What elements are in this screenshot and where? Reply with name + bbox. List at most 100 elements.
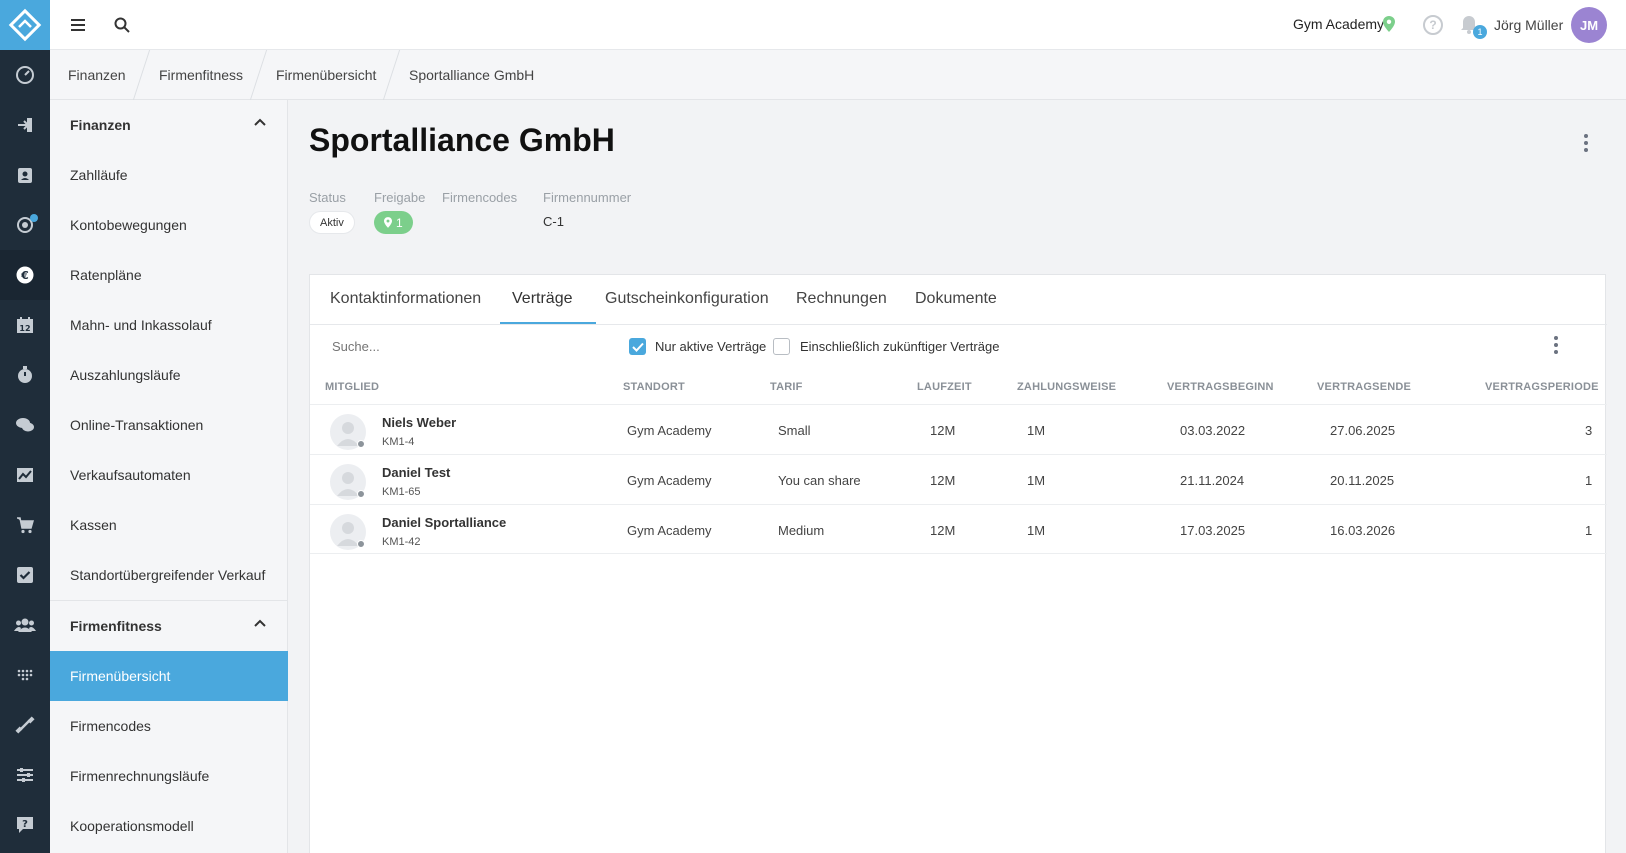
rail-equipment[interactable] [0, 700, 50, 750]
sidebar-item-mahnlauf[interactable]: Mahn- und Inkassolauf [50, 300, 288, 350]
page-more-menu[interactable] [1583, 134, 1589, 152]
member-code: KM1-42 [382, 536, 421, 548]
cart-icon [17, 517, 34, 534]
cell-vertragsbeginn: 21.11.2024 [1180, 473, 1245, 488]
tab-gutscheinkonfiguration[interactable]: Gutscheinkonfiguration [605, 290, 769, 308]
dumbbell-icon [15, 716, 35, 734]
chat-icon [16, 418, 34, 432]
column-header-vertragsende[interactable]: Vertragsende [1317, 381, 1411, 393]
sidebar-section-firmenfitness[interactable]: Firmenfitness [50, 601, 288, 651]
cell-vertragsperiode: 1 [1585, 523, 1593, 538]
user-avatar[interactable]: JM [1571, 7, 1607, 43]
cell-vertragsbeginn: 03.03.2022 [1180, 423, 1246, 438]
column-header-tarif[interactable]: Tarif [770, 381, 803, 393]
sidebar-item-label: Kassen [70, 517, 117, 533]
rail-chat[interactable] [0, 400, 50, 450]
logo-icon [8, 8, 42, 42]
column-header-mitglied[interactable]: Mitglied [325, 381, 379, 393]
table-row[interactable]: Niels Weber KM1-4 Gym Academy Small 12M … [310, 404, 1607, 454]
include-future-checkbox[interactable] [773, 338, 790, 355]
firmennummer-value: C-1 [543, 214, 564, 229]
rail-members[interactable] [0, 600, 50, 650]
sidebar-item-zahllaeufe[interactable]: Zahlläufe [50, 150, 288, 200]
freigabe-badge[interactable]: 1 [374, 211, 413, 234]
rail-dots[interactable] [0, 650, 50, 700]
rail-login[interactable] [0, 100, 50, 150]
cell-tarif: You can share [778, 473, 861, 488]
tab-rechnungen[interactable]: Rechnungen [796, 290, 887, 308]
column-header-laufzeit[interactable]: Laufzeit [917, 381, 972, 393]
sidebar-item-label: Online-Transaktionen [70, 417, 204, 433]
sidebar-item-ratenplaene[interactable]: Ratenpläne [50, 250, 288, 300]
menu-icon [71, 19, 85, 31]
help-icon-glyph: ? [1429, 18, 1437, 32]
group-icon [14, 618, 36, 632]
sidebar-item-kassen[interactable]: Kassen [50, 500, 288, 550]
sliders-icon [17, 768, 33, 782]
table-more-menu[interactable] [1553, 336, 1559, 354]
sidebar-item-online-transaktionen[interactable]: Online-Transaktionen [50, 400, 288, 450]
location-selector[interactable]: Gym Academy [1293, 16, 1384, 32]
rail-cart[interactable] [0, 500, 50, 550]
user-name[interactable]: Jörg Müller [1494, 17, 1563, 33]
rail-calendar[interactable]: 12 [0, 300, 50, 350]
app-logo[interactable] [0, 0, 50, 50]
help-icon[interactable]: ? [1423, 15, 1443, 35]
cell-vertragsende: 16.03.2026 [1330, 523, 1396, 538]
rail-finance[interactable]: € [0, 250, 50, 300]
tab-dokumente[interactable]: Dokumente [915, 290, 997, 308]
search-button[interactable] [110, 13, 134, 37]
location-pin-icon [1383, 16, 1395, 32]
sidebar-item-firmencodes[interactable]: Firmencodes [50, 701, 288, 751]
cell-vertragsbeginn: 17.03.2025 [1180, 523, 1246, 538]
sidebar-item-kooperationsmodell[interactable]: Kooperationsmodell [50, 801, 288, 851]
only-active-checkbox[interactable] [629, 338, 646, 355]
only-active-label[interactable]: Nur aktive Verträge [655, 339, 766, 354]
rail-chart[interactable] [0, 450, 50, 500]
rail-help[interactable]: ? [0, 800, 50, 850]
tab-kontaktinformationen[interactable]: Kontaktinformationen [330, 290, 481, 308]
notification-badge: 1 [1473, 25, 1487, 39]
contracts-card: Kontaktinformationen Verträge Gutscheink… [309, 274, 1607, 853]
sidebar-item-firmenuebersicht[interactable]: Firmenübersicht [50, 651, 288, 701]
sidebar-item-verkaufsautomaten[interactable]: Verkaufsautomaten [50, 450, 288, 500]
sidebar-section-finanzen[interactable]: Finanzen [50, 100, 288, 150]
member-code: KM1-4 [382, 436, 415, 448]
rail-tasks[interactable] [0, 550, 50, 600]
table-row[interactable]: Daniel Test KM1-65 Gym Academy You can s… [310, 454, 1607, 504]
column-header-standort[interactable]: Standort [623, 381, 685, 393]
rail-dashboard[interactable] [0, 50, 50, 100]
contacts-icon [18, 168, 32, 183]
sidebar-item-label: Kontobewegungen [70, 217, 187, 233]
cell-vertragsende: 27.06.2025 [1330, 423, 1396, 438]
rail-target[interactable] [0, 200, 50, 250]
sidebar-item-firmenrechnungslaeufe[interactable]: Firmenrechnungsläufe [50, 751, 288, 801]
sidebar-item-kontobewegungen[interactable]: Kontobewegungen [50, 200, 288, 250]
column-header-vertragsperiode[interactable]: Vertragsperiode [1485, 381, 1599, 393]
sidebar-item-standortuebergreifender-verkauf[interactable]: Standortübergreifender Verkauf [50, 550, 288, 600]
sidebar-item-label: Kooperationsmodell [70, 818, 194, 834]
column-header-vertragsbeginn[interactable]: Vertragsbeginn [1167, 381, 1274, 393]
member-name[interactable]: Daniel Test [382, 465, 450, 480]
breadcrumb-firmenuebersicht[interactable]: Firmenübersicht [276, 67, 376, 83]
rail-contacts[interactable] [0, 150, 50, 200]
search-input[interactable] [332, 339, 592, 354]
firmennummer-label: Firmennummer [543, 190, 632, 205]
breadcrumb-finanzen[interactable]: Finanzen [68, 67, 126, 83]
member-name[interactable]: Daniel Sportalliance [382, 515, 506, 530]
euro-icon: € [16, 266, 34, 284]
menu-button[interactable] [66, 13, 90, 37]
cell-zahlungsweise: 1M [1027, 423, 1046, 438]
secondary-sidebar: Finanzen Zahlläufe Kontobewegungen Raten… [50, 100, 288, 853]
rail-stopwatch[interactable] [0, 350, 50, 400]
member-name[interactable]: Niels Weber [382, 415, 456, 430]
table-row[interactable]: Daniel Sportalliance KM1-42 Gym Academy … [310, 504, 1607, 554]
cell-zahlungsweise: 1M [1027, 473, 1046, 488]
include-future-label[interactable]: Einschließlich zukünftiger Verträge [800, 339, 999, 354]
tab-vertraege[interactable]: Verträge [512, 290, 572, 308]
breadcrumb-firmenfitness[interactable]: Firmenfitness [159, 67, 243, 83]
rail-settings[interactable] [0, 750, 50, 800]
column-header-zahlungsweise[interactable]: Zahlungsweise [1017, 381, 1116, 393]
sidebar-item-auszahlungslaeufe[interactable]: Auszahlungsläufe [50, 350, 288, 400]
stopwatch-icon [18, 366, 32, 383]
